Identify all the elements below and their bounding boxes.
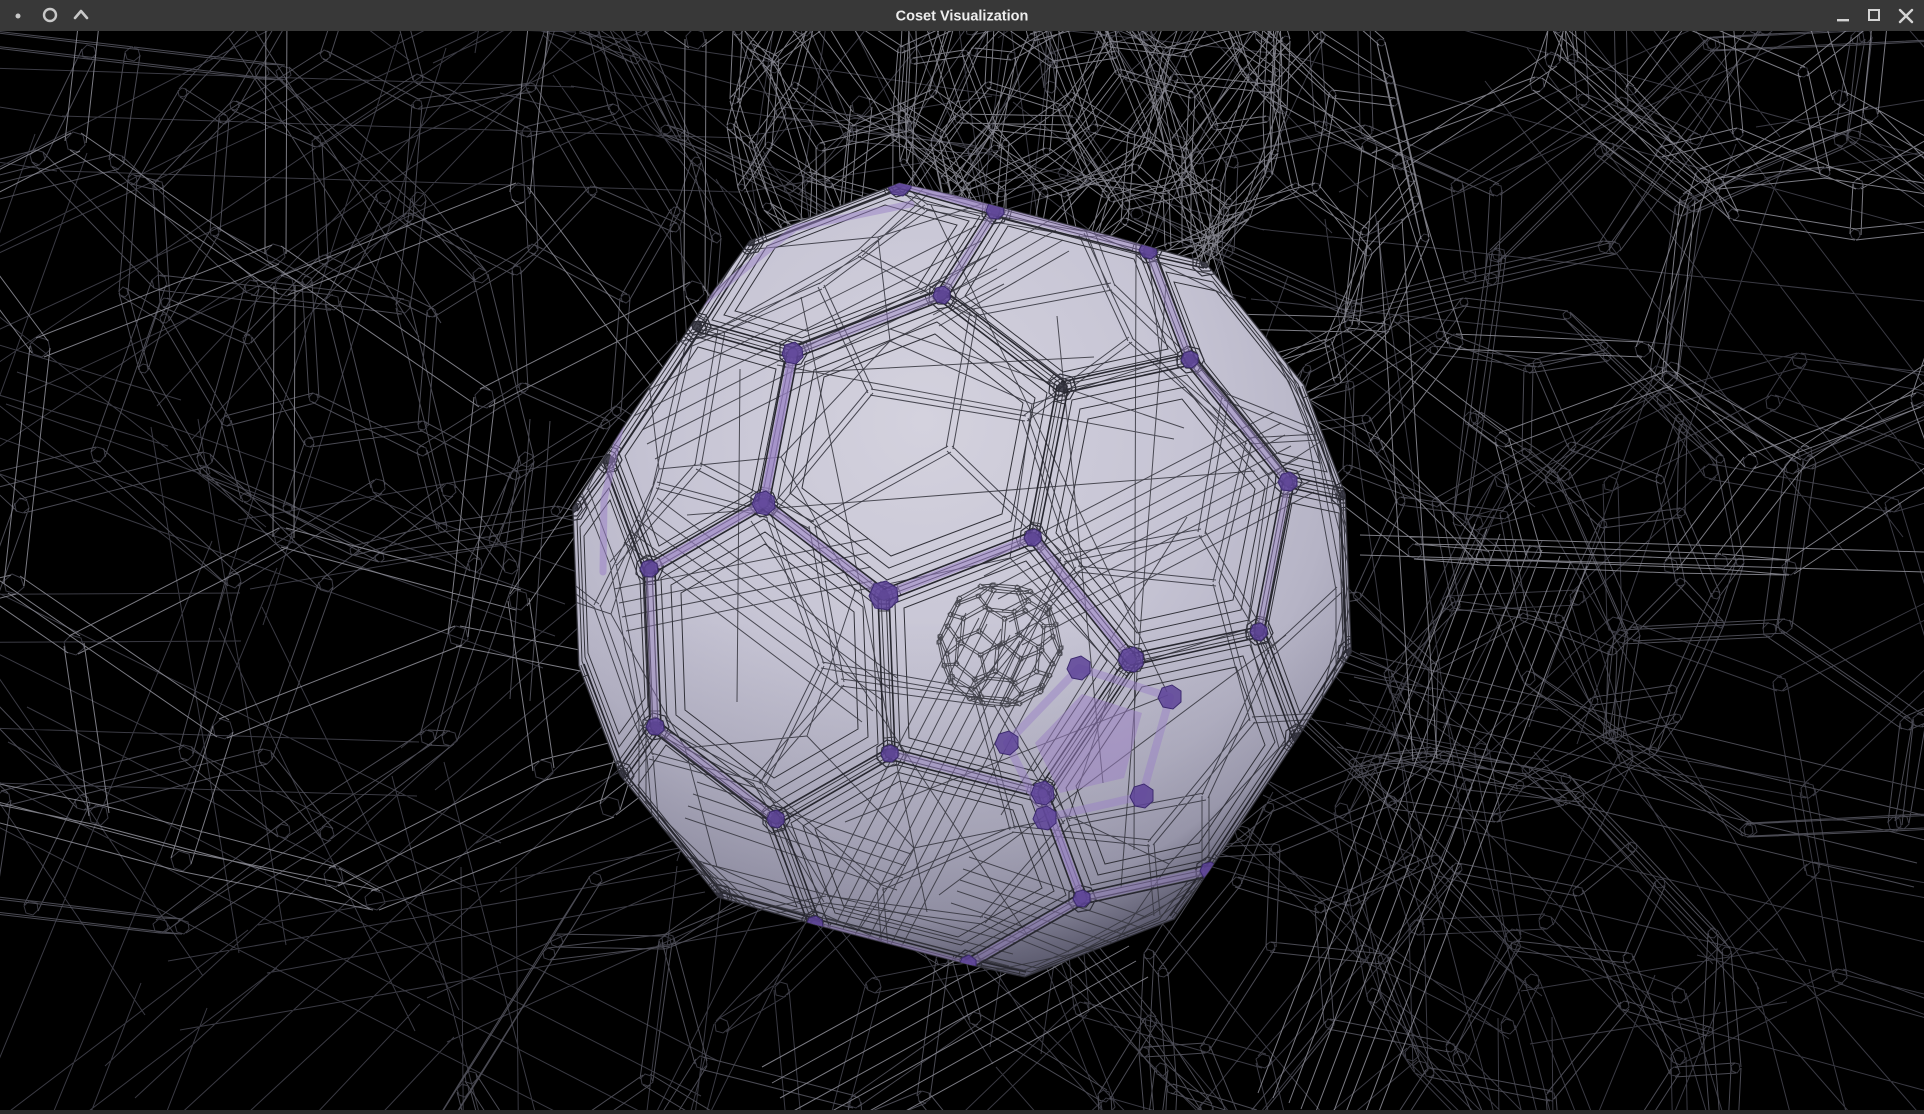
svg-text:Coset Visualization: Coset Visualization [896, 9, 1029, 25]
